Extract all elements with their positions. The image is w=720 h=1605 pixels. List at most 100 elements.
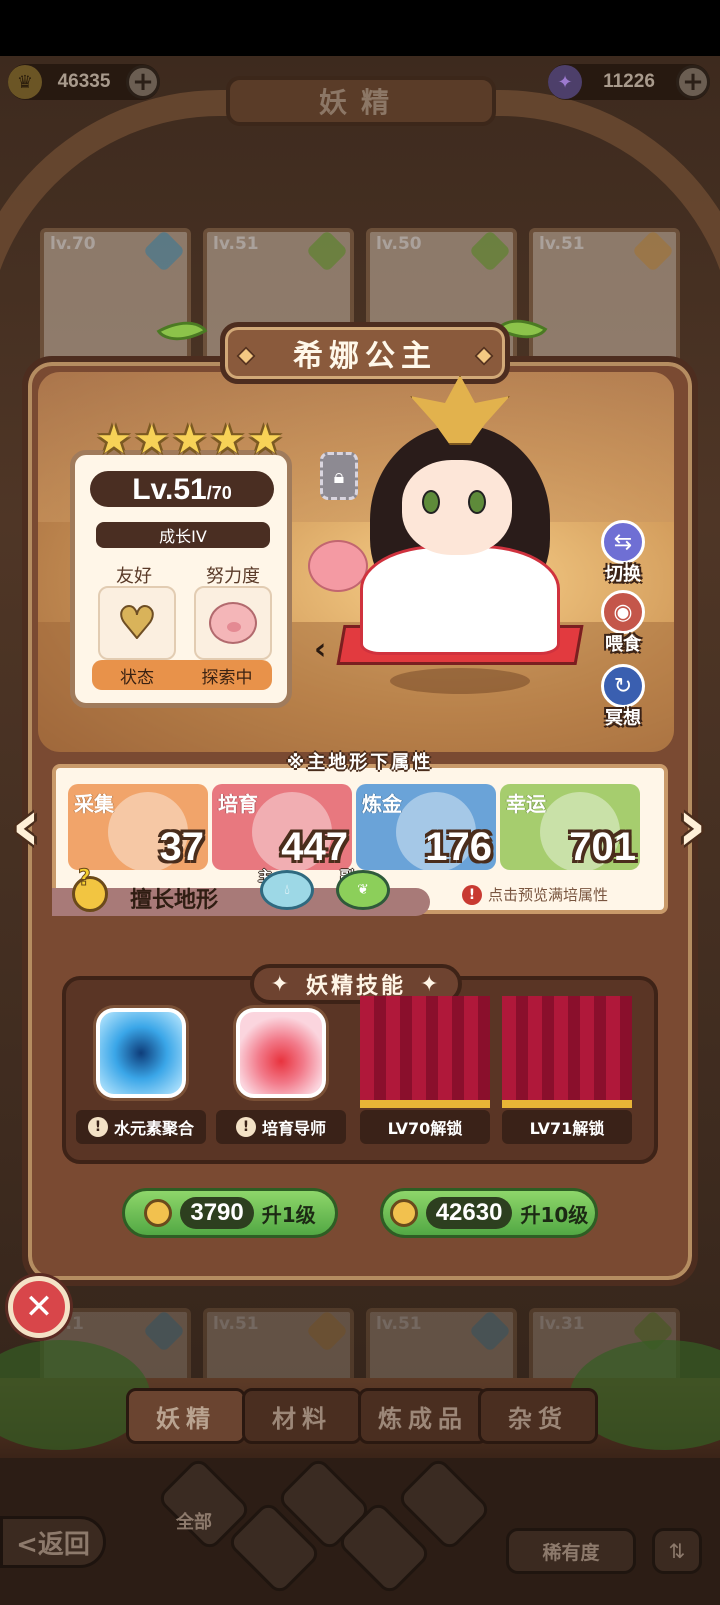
effort-box[interactable] [194, 586, 272, 660]
attr-label: 培育 [218, 792, 258, 816]
status-value: 探索中 [201, 667, 253, 688]
help-question-icon[interactable]: ? [78, 866, 92, 892]
fairy-character-sprite[interactable] [336, 365, 600, 695]
meditate-cycle-icon: ↻ [601, 664, 645, 708]
character-eye [468, 490, 486, 514]
tomato-growth-icon [236, 1008, 326, 1098]
skill-slot-locked-70[interactable]: LV70解锁 [360, 996, 490, 1150]
friendship-box[interactable]: ♥ [98, 586, 176, 660]
diamond-ornament-icon [474, 346, 494, 366]
rarity-sort-button[interactable]: 稀有度 [506, 1528, 636, 1574]
star-icon: ★ [209, 417, 246, 463]
star-icon: ★ [171, 417, 208, 463]
skill-unlock-label: LV71解锁 [502, 1110, 632, 1144]
meditate-button[interactable]: ↻ 冥想 [588, 664, 658, 730]
tab-fairy[interactable]: 妖精 [126, 1388, 246, 1444]
switch-icon: ⇆ [601, 520, 645, 564]
grass-gem-icon [468, 229, 512, 273]
upgrade-cost: 42630 [425, 1197, 513, 1229]
character-face [402, 460, 512, 555]
attr-card-nurture: 培育 447 [212, 784, 352, 870]
shelf-level: lv.51 [213, 234, 259, 254]
meat-icon: ◉ [601, 590, 645, 634]
diamond-ornament-icon [236, 346, 256, 366]
skill-slot-nurture[interactable]: ! 培育导师 [216, 996, 346, 1150]
warning-icon: ! [462, 884, 482, 905]
feed-label: 喂食 [605, 634, 641, 655]
level-max: /70 [206, 483, 232, 503]
info-icon: ! [235, 1117, 256, 1137]
locked-curtain [360, 996, 490, 1108]
skill-name: 水元素聚合 [113, 1119, 194, 1138]
mountain-gem-icon [631, 229, 675, 273]
status-bar [0, 0, 720, 56]
upgrade-10-levels-button[interactable]: 42630 升10级 [380, 1188, 598, 1238]
gem-currency: ✦ 11226 + [548, 64, 710, 100]
skill-slot-water[interactable]: ! 水元素聚合 [76, 996, 206, 1150]
add-gem-button[interactable]: + [676, 65, 710, 99]
close-button[interactable]: ✕ [8, 1276, 70, 1338]
shelf-level: lv.51 [376, 1314, 422, 1334]
preview-max-attributes-link[interactable]: ! 点击预览满培属性 [462, 884, 608, 905]
collapse-arrow-icon[interactable]: ‹ [314, 632, 326, 667]
friendship-label: 友好 [116, 566, 152, 587]
skill-slot-locked-71[interactable]: LV71解锁 [502, 996, 632, 1150]
lock-button[interactable]: 🔒︎ [320, 452, 358, 500]
attr-label: 幸运 [506, 792, 546, 816]
meditate-label: 冥想 [605, 708, 641, 729]
attr-value: 37 [159, 825, 205, 869]
sort-icon: ⇅ [668, 1539, 686, 1563]
tab-goods[interactable]: 杂货 [478, 1388, 598, 1444]
gold-currency: ♛ 46335 + [8, 64, 160, 100]
mountain-gem-icon [305, 1309, 349, 1353]
grass-gem-icon [305, 229, 349, 273]
water-terrain-icon[interactable]: 💧︎ [260, 870, 314, 910]
water-gem-icon [468, 1309, 512, 1353]
attr-card-gather: 采集 37 [68, 784, 208, 870]
water-gem-icon [142, 1309, 186, 1353]
attr-label: 采集 [74, 792, 114, 816]
attr-value: 176 [425, 825, 492, 869]
grass-terrain-icon[interactable]: ❦ [336, 870, 390, 910]
star-rating: ★ ★ ★ ★ ★ [96, 420, 283, 460]
attr-value: 447 [281, 825, 348, 869]
upgrade-cost: 3790 [180, 1197, 254, 1229]
skill-label: ! 水元素聚合 [76, 1110, 206, 1144]
shelf-level: lv.70 [50, 234, 96, 254]
upgrade-label: 升10级 [520, 1202, 589, 1227]
prev-fairy-arrow-icon[interactable]: ‹ [2, 780, 50, 870]
filter-all-label: 全部 [176, 1512, 212, 1533]
back-button[interactable]: <返回 [0, 1516, 106, 1568]
sparkle-icon: ✦ [270, 971, 292, 997]
terrain-label: 擅长地形 [130, 888, 219, 913]
next-fairy-arrow-icon[interactable]: › [668, 780, 716, 870]
sparkle-icon: ✦ [420, 971, 442, 997]
attr-card-alchemy: 炼金 176 [356, 784, 496, 870]
character-eye [422, 490, 440, 514]
water-gem-icon [142, 229, 186, 273]
feed-button[interactable]: ◉ 喂食 [588, 590, 658, 656]
character-robe [360, 545, 560, 655]
pig-face-icon [209, 602, 257, 644]
effort-label: 努力度 [206, 566, 260, 587]
sort-order-button[interactable]: ⇅ [652, 1528, 702, 1574]
shelf-level: lv.51 [539, 234, 585, 254]
upgrade-label: 升1级 [261, 1202, 316, 1227]
gold-amount: 46335 [57, 71, 111, 92]
water-swirl-icon [96, 1008, 186, 1098]
skill-name: 培育导师 [261, 1119, 326, 1138]
attr-value: 701 [569, 825, 636, 869]
heart-icon: ♥ [116, 597, 157, 650]
level-display: Lv.51 /70 [90, 471, 274, 507]
skill-label: ! 培育导师 [216, 1110, 346, 1144]
switch-button[interactable]: ⇆ 切换 [588, 520, 658, 586]
tab-alchemy-products[interactable]: 炼成品 [358, 1388, 488, 1444]
shelf-level: lv.51 [213, 1314, 259, 1334]
attribute-panel-title: ※主地形下属性 [286, 752, 434, 773]
add-gold-button[interactable]: + [126, 65, 160, 99]
upgrade-1-level-button[interactable]: 3790 升1级 [122, 1188, 338, 1238]
switch-label: 切换 [605, 564, 641, 585]
tab-materials[interactable]: 材料 [242, 1388, 362, 1444]
locked-curtain [502, 996, 632, 1108]
shelf-level: lv.31 [539, 1314, 585, 1334]
